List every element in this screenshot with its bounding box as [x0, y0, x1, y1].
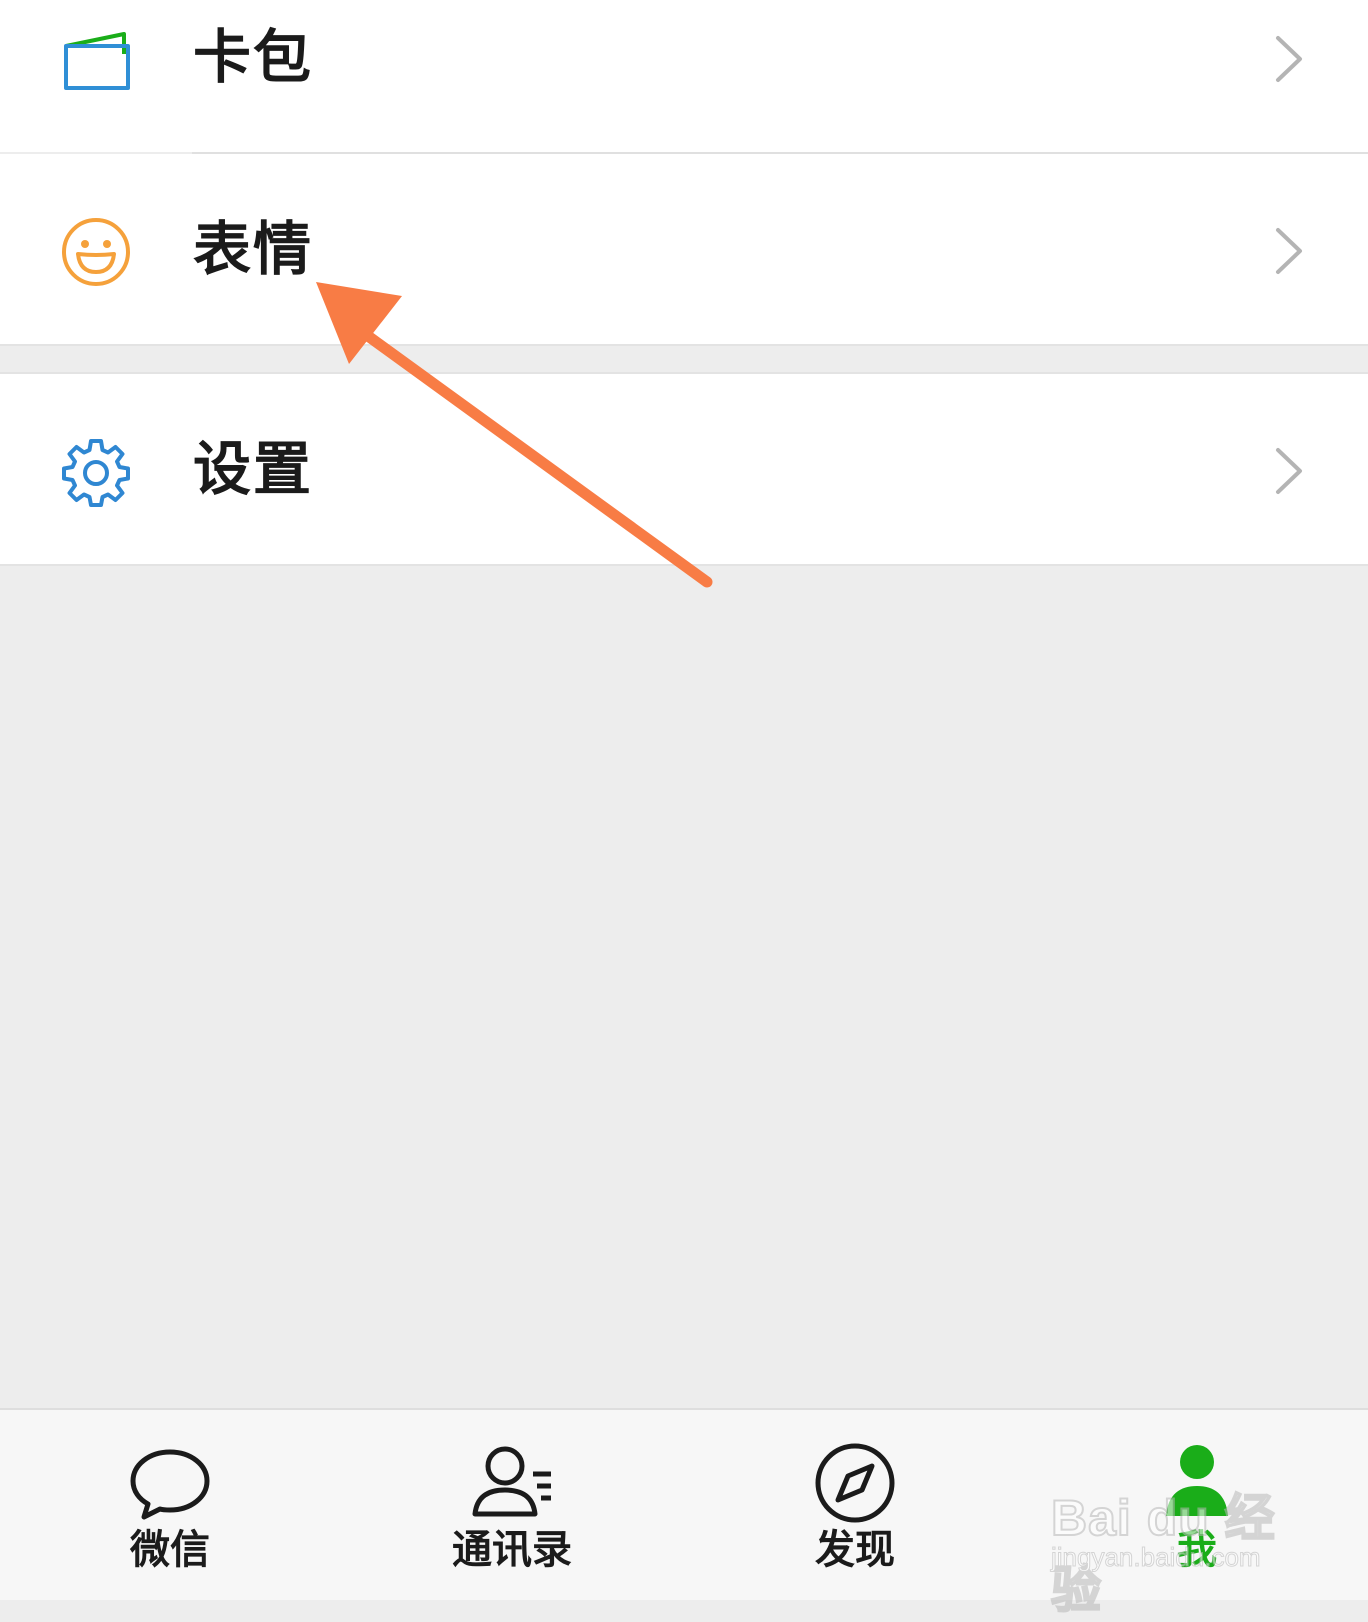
chevron-right-icon — [1276, 228, 1302, 274]
smiley-face-icon — [60, 216, 132, 288]
tab-discover[interactable]: 发现 — [755, 1410, 955, 1600]
tab-label: 发现 — [815, 1527, 895, 1573]
compass-icon — [815, 1443, 895, 1523]
menu-item-label: 表情 — [193, 215, 314, 283]
tab-label: 微信 — [130, 1527, 210, 1573]
tab-contacts[interactable]: 通讯录 — [412, 1410, 612, 1600]
tab-label: 通讯录 — [452, 1527, 572, 1573]
tab-label: 我 — [1177, 1527, 1217, 1573]
menu-item-settings[interactable]: 设置 — [0, 374, 1368, 564]
menu-item-stickers[interactable]: 表情 — [0, 154, 1368, 344]
tab-chats[interactable]: 微信 — [70, 1410, 270, 1600]
menu-item-label: 卡包 — [193, 23, 314, 91]
gear-icon — [60, 436, 132, 508]
menu-item-label: 设置 — [193, 435, 314, 503]
menu-item-card-wallet[interactable]: 卡包 — [0, 0, 1368, 152]
section-rule — [0, 344, 1368, 346]
chat-bubble-icon — [130, 1449, 210, 1520]
person-icon — [1166, 1445, 1228, 1516]
tab-bar: 微信 通讯录 发现 我 — [0, 1408, 1368, 1600]
chevron-right-icon — [1276, 448, 1302, 494]
card-wallet-icon — [60, 24, 132, 96]
chevron-right-icon — [1276, 36, 1302, 82]
section-rule — [0, 564, 1368, 566]
tab-me[interactable]: 我 — [1097, 1410, 1297, 1600]
contacts-icon — [472, 1446, 551, 1517]
